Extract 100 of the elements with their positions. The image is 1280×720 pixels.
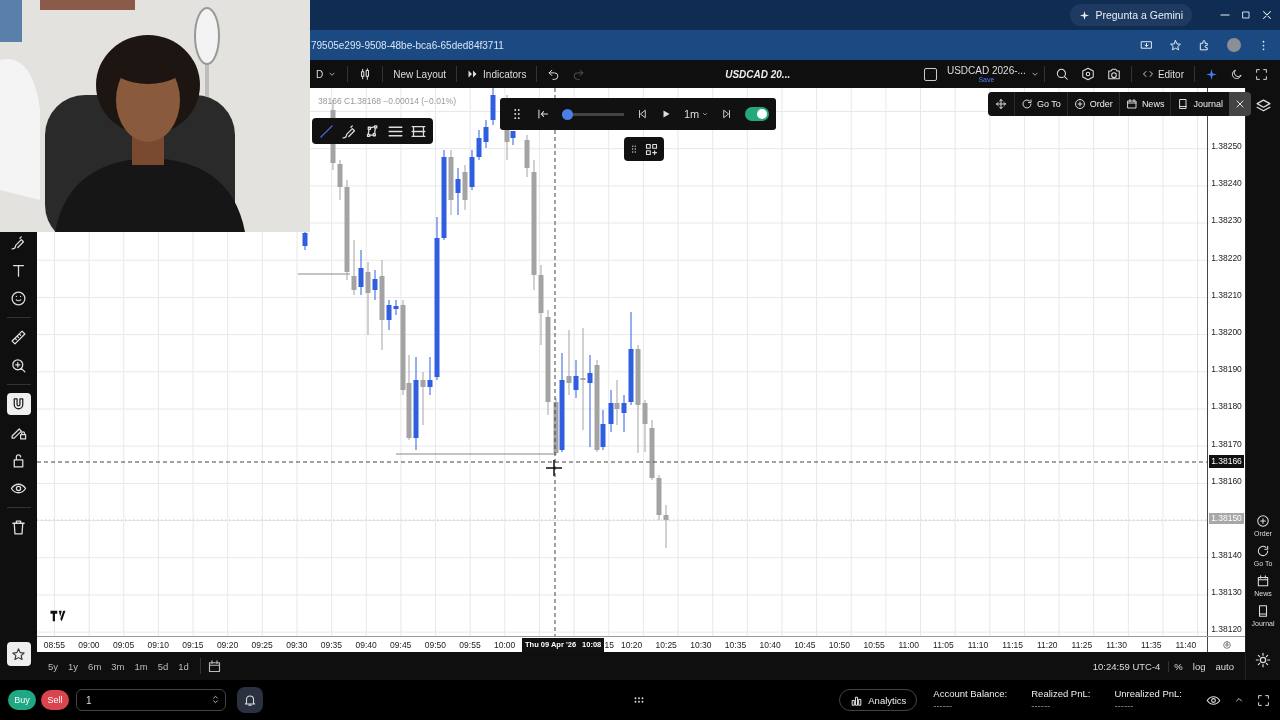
extensions-icon[interactable] bbox=[1198, 38, 1211, 52]
drag-handle-icon[interactable] bbox=[629, 144, 639, 154]
code-icon bbox=[1141, 68, 1154, 80]
time-label: 11:15 bbox=[1001, 639, 1024, 650]
fullscreen-icon[interactable] bbox=[1257, 693, 1270, 707]
zoom-in-icon bbox=[10, 356, 27, 374]
ruler-icon bbox=[10, 328, 27, 346]
time-label: 09:05 bbox=[111, 639, 136, 650]
caret-icon bbox=[701, 110, 710, 118]
ohlc-legend: 38166 C1.38168 −0.00014 (−0.01%) bbox=[318, 96, 456, 106]
time-label: 10:20 bbox=[619, 639, 644, 650]
range-button[interactable]: 5y bbox=[43, 660, 64, 672]
maximize-icon[interactable] bbox=[1240, 9, 1252, 21]
new-layout-button[interactable]: New Layout bbox=[387, 63, 453, 85]
scale-option[interactable]: auto bbox=[1210, 660, 1239, 672]
quick-panel-item[interactable]: Order bbox=[1066, 92, 1119, 116]
time-label: 10:25 bbox=[654, 639, 678, 650]
favorite-button[interactable] bbox=[6, 642, 31, 666]
time-label: 10:35 bbox=[723, 639, 748, 650]
bookmark-star-icon[interactable] bbox=[1169, 38, 1182, 52]
time-label: 10:40 bbox=[758, 639, 782, 650]
moon-icon[interactable] bbox=[1230, 67, 1243, 81]
install-icon[interactable] bbox=[1140, 38, 1153, 52]
time-label: 11:10 bbox=[966, 639, 990, 650]
close-button[interactable] bbox=[1228, 92, 1251, 116]
range-button[interactable]: 1m bbox=[129, 660, 153, 672]
trend-line-icon[interactable] bbox=[318, 122, 335, 140]
sell-button[interactable]: Sell bbox=[41, 690, 69, 710]
axis-settings-icon[interactable] bbox=[1221, 639, 1232, 650]
spinner-icon[interactable] bbox=[210, 694, 221, 705]
go-to-icon bbox=[1256, 544, 1270, 558]
stat-value: ------ bbox=[1031, 700, 1052, 712]
stat-label: Realized PnL: bbox=[1031, 688, 1091, 700]
magnifier-icon[interactable] bbox=[1054, 67, 1069, 81]
move-icon[interactable] bbox=[995, 98, 1007, 110]
slider-thumb[interactable] bbox=[562, 108, 573, 120]
go-to-icon bbox=[1021, 98, 1033, 110]
add-widget-icon[interactable] bbox=[644, 141, 659, 157]
interval-dropdown[interactable]: 1m bbox=[684, 108, 710, 120]
sparkle-icon[interactable] bbox=[1205, 67, 1218, 81]
brush-icon[interactable] bbox=[341, 122, 358, 140]
time-label: 10:30 bbox=[689, 639, 713, 650]
jump-back-icon[interactable] bbox=[536, 107, 550, 121]
play-icon[interactable] bbox=[660, 108, 672, 120]
settings-icon[interactable] bbox=[1255, 652, 1271, 668]
time-label: 09:10 bbox=[146, 639, 170, 650]
range-button[interactable]: 6m bbox=[83, 660, 107, 672]
stat-label: Unrealized PnL: bbox=[1114, 688, 1182, 700]
editor-button[interactable]: Editor bbox=[1135, 63, 1190, 85]
time-label: 10:55 bbox=[862, 639, 886, 650]
toggle-switch[interactable] bbox=[745, 107, 770, 121]
price-label: 1.38120 bbox=[1210, 624, 1243, 636]
quick-panel-item[interactable]: Go To bbox=[1014, 92, 1067, 116]
fullscreen-icon[interactable] bbox=[1255, 67, 1268, 81]
range-button[interactable]: 5d bbox=[152, 660, 174, 672]
time-label: 09:20 bbox=[215, 639, 240, 650]
undo-icon[interactable] bbox=[547, 67, 561, 81]
time-label: 11:00 bbox=[897, 639, 921, 650]
assistant-button[interactable]: Pregunta a Gemini bbox=[1070, 4, 1192, 26]
price-label: 1.38180 bbox=[1210, 401, 1243, 413]
close-icon[interactable] bbox=[1260, 8, 1274, 22]
quick-panel-item[interactable]: News bbox=[1118, 92, 1171, 116]
calendar-icon bbox=[1125, 98, 1138, 110]
time-label: 08:55 bbox=[42, 639, 66, 650]
indicators-button[interactable]: Indicators bbox=[461, 63, 533, 85]
camera-icon[interactable] bbox=[1106, 67, 1121, 81]
layout-menu[interactable]: D bbox=[310, 63, 344, 85]
price-label: 1.38220 bbox=[1210, 252, 1243, 264]
range-button[interactable]: 1d bbox=[173, 660, 194, 672]
range-button[interactable]: 1y bbox=[63, 660, 84, 672]
price-line bbox=[297, 273, 351, 275]
time-label: 10:45 bbox=[793, 639, 817, 650]
time-label: 10:00 bbox=[493, 639, 517, 650]
checkbox[interactable] bbox=[923, 67, 937, 81]
price-label: 1.38230 bbox=[1210, 215, 1243, 227]
bell-icon bbox=[243, 693, 257, 707]
range-button[interactable]: 3m bbox=[106, 660, 130, 672]
brush-icon bbox=[10, 233, 27, 251]
stat-label: Account Balance: bbox=[933, 688, 1008, 700]
time-label: 11:30 bbox=[1105, 639, 1128, 650]
time-label: 09:35 bbox=[319, 639, 344, 650]
price-label: 1.38170 bbox=[1210, 438, 1243, 450]
time-label: 11:20 bbox=[1035, 639, 1059, 650]
scale-option[interactable]: % bbox=[1169, 660, 1188, 672]
time-label: 09:45 bbox=[389, 639, 413, 650]
tool-button[interactable] bbox=[6, 393, 31, 415]
chart-title: USDCAD 20... bbox=[724, 68, 792, 80]
profile-avatar[interactable] bbox=[1227, 38, 1241, 52]
quantity-field[interactable]: 1 bbox=[76, 689, 226, 711]
step-back-icon[interactable] bbox=[636, 108, 648, 120]
date-range-icon[interactable] bbox=[206, 658, 222, 674]
settings-icon[interactable] bbox=[1080, 67, 1095, 81]
alert-button[interactable] bbox=[237, 687, 263, 713]
scale-option[interactable]: log bbox=[1187, 660, 1211, 672]
calendar-icon bbox=[1256, 574, 1270, 588]
time-label: 11:05 bbox=[932, 639, 955, 650]
time-label: 09:00 bbox=[77, 639, 101, 650]
book-icon bbox=[1256, 604, 1270, 618]
price-label: 1.38200 bbox=[1210, 326, 1243, 338]
time-label: 11:25 bbox=[1070, 639, 1094, 650]
